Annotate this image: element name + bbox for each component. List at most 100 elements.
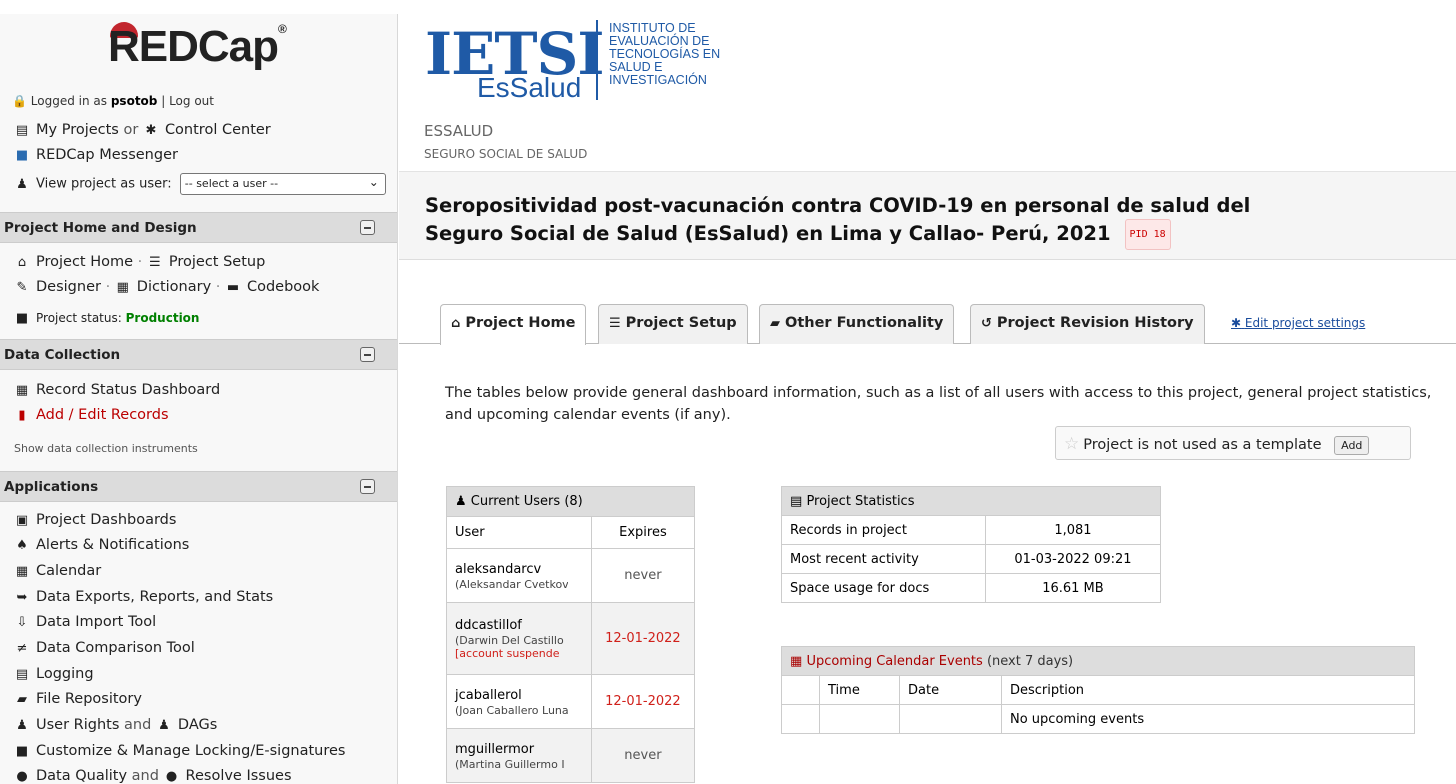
folder-icon: ▰ [17,692,27,707]
app-dashboards[interactable]: ▣ Project Dashboards [14,512,177,528]
calendar-events-table: ▦ Upcoming Calendar Events (next 7 days)… [781,646,1415,734]
section-title: Project Home and Design [4,220,197,236]
col-time: Time [819,675,900,705]
messenger-link[interactable]: REDCap Messenger [36,147,178,163]
statistics-header: ▤ Project Statistics [781,486,1161,516]
tab-revision-history[interactable]: ↺ Project Revision History [970,304,1205,344]
lock-icon: 🔒 [12,94,27,108]
view-as-label: View project as user: [36,176,172,192]
record-status-row[interactable]: ▦ Record Status Dashboard [14,382,220,398]
app-logging[interactable]: ▤ Logging [14,666,94,682]
user-link[interactable]: aleksandarcv [455,562,541,577]
top-decoration-strip [0,0,1456,14]
control-center-link[interactable]: Control Center [165,122,271,138]
star-icon: ☆ [1064,434,1080,454]
table-row: Most recent activity 01-03-2022 09:21 [781,544,1162,574]
collapse-icon[interactable] [360,347,375,362]
file-icon: ▮ [18,408,26,423]
login-prefix: Logged in as [30,94,108,108]
app-calendar[interactable]: ▦ Calendar [14,563,101,579]
codebook-link[interactable]: Codebook [247,279,319,295]
designer-row: ✎ Designer · ▦ Dictionary · ▬ Codebook [14,279,320,295]
resolve-issues-link[interactable]: Resolve Issues [186,768,292,784]
collapse-icon[interactable] [360,479,375,494]
section-title: Applications [4,479,99,495]
logo-text: REDCap [108,22,279,71]
col-user: User [446,516,592,549]
designer-link[interactable]: Designer [36,279,101,295]
tab-project-home[interactable]: ⌂ Project Home [440,304,587,345]
project-title-bar: Seropositividad post-vacunación contra C… [399,172,1456,260]
app-locking[interactable]: ■ Customize & Manage Locking/E-signatures [14,743,346,759]
app-data-quality: ● Data Quality and ● Resolve Issues [14,768,292,784]
current-users-table: ♟ Current Users (8) User Expires aleksand… [446,486,696,783]
view-as-select[interactable]: -- select a user -- ⌄ [179,173,386,195]
edit-settings-link[interactable]: ✱ Edit project settings [1231,316,1365,330]
calendar-icon: ▦ [790,653,803,669]
template-box: ☆ Project is not used as a template Add [1055,426,1411,460]
home-icon: ⌂ [451,316,461,331]
table-row: ddcastillof (Darwin Del Castillo [account … [446,602,696,675]
add-template-button[interactable]: Add [1334,435,1370,455]
dags-link[interactable]: DAGs [178,717,217,733]
user-link[interactable]: mguillermor [455,742,534,757]
data-quality-link[interactable]: Data Quality [36,768,127,784]
section-title: Data Collection [4,347,121,363]
log-icon: ▤ [15,667,29,682]
tab-other-functionality[interactable]: ▰ Other Functionality [759,304,955,344]
table-row: Records in project 1,081 [781,515,1162,545]
col-description: Description [1001,675,1415,705]
status-icon: ■ [15,311,29,326]
col-expires: Expires [590,516,696,549]
essalud-logo: EsSalud [477,72,582,103]
project-home-link[interactable]: Project Home [36,254,133,270]
status-value: Production [125,311,200,325]
intro-text: The tables below provide general dashboa… [445,385,1432,423]
collapse-icon[interactable] [360,220,375,235]
app-exports[interactable]: ➥ Data Exports, Reports, and Stats [14,589,274,605]
quality-icon: ● [16,769,28,784]
dictionary-icon: ▦ [116,280,129,295]
section-home-design: Project Home and Design [0,212,397,243]
dictionary-link[interactable]: Dictionary [137,279,211,295]
user-rights-link[interactable]: User Rights [36,717,119,733]
institute-name: INSTITUTO DE EVALUACIÓN DE TECNOLOGÍAS E… [609,21,721,87]
tab-project-setup[interactable]: ☰ Project Setup [598,304,748,344]
add-edit-records-link[interactable]: Add / Edit Records [36,407,169,423]
app-compare[interactable]: ≠ Data Comparison Tool [14,640,195,656]
status-row: ■ Project status: Production [14,311,200,326]
bell-icon: ♠ [16,538,28,553]
no-events-text: No upcoming events [1001,704,1415,734]
app-alerts[interactable]: ♠ Alerts & Notifications [14,537,189,553]
table-row: jcaballerol (Joan Caballero Luna 12-01-20… [446,674,696,729]
app-import[interactable]: ⇩ Data Import Tool [14,614,157,630]
add-edit-row[interactable]: ▮ Add / Edit Records [14,407,169,423]
export-icon: ➥ [16,590,28,605]
chevron-down-icon: ⌄ [368,175,379,189]
messenger-row[interactable]: ■ REDCap Messenger [14,147,178,163]
home-icon: ⌂ [17,255,27,270]
user-link[interactable]: ddcastillof [455,618,522,633]
user-icon: ♟ [16,718,28,733]
logout-link[interactable]: Log out [169,94,214,108]
show-instruments-row[interactable]: Show data collection instruments [14,442,198,455]
list-icon: ▤ [15,123,29,138]
chat-icon: ● [165,769,178,784]
record-status-link[interactable]: Record Status Dashboard [36,382,220,398]
calendar-header: ▦ Upcoming Calendar Events (next 7 days) [781,646,1415,676]
grid-icon: ▦ [15,383,29,398]
user-icon: ♟ [16,176,28,192]
calendar-icon: ▦ [15,564,29,579]
table-row: No upcoming events [781,704,1415,734]
redcap-logo[interactable]: REDCap® [0,14,397,82]
checklist-icon: ☰ [149,255,161,270]
project-statistics-table: ▤ Project Statistics Records in project 1… [781,486,1162,603]
app-file-repository[interactable]: ▰ File Repository [14,691,142,707]
gear-icon: ✱ [145,123,157,138]
user-link[interactable]: jcaballerol [455,688,522,703]
show-instruments-link[interactable]: Show data collection instruments [14,442,198,455]
section-applications: Applications [0,471,397,502]
project-setup-link[interactable]: Project Setup [169,254,265,270]
username: psotob [110,94,158,108]
my-projects-link[interactable]: My Projects [36,122,119,138]
